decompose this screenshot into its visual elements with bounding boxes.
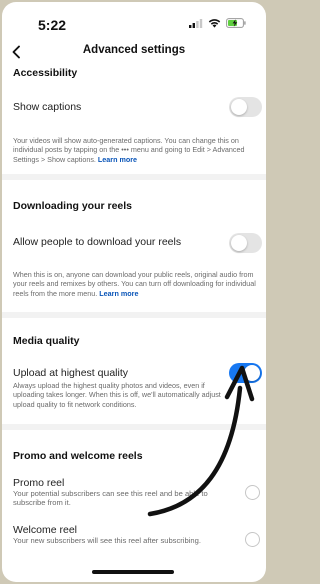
phone-screen: 5:22 Advanced settings Accessibility Sho… (2, 2, 266, 582)
section-divider (2, 424, 266, 430)
section-title-promo-welcome: Promo and welcome reels (13, 450, 143, 462)
welcome-reel-label: Welcome reel (13, 524, 77, 536)
status-icons (189, 18, 246, 28)
nav-bar: Advanced settings (2, 40, 266, 66)
status-bar: 5:22 (2, 2, 266, 40)
section-divider (2, 312, 266, 318)
section-title-downloading: Downloading your reels (13, 200, 133, 212)
allow-download-toggle[interactable] (229, 233, 262, 253)
battery-charging-icon (226, 18, 246, 28)
upload-highest-quality-label: Upload at highest quality (13, 367, 128, 379)
allow-download-description: When this is on, anyone can download you… (13, 270, 261, 298)
status-time: 5:22 (38, 17, 67, 33)
signal-icon (189, 18, 203, 28)
toggle-knob (244, 365, 260, 381)
home-indicator (92, 570, 174, 574)
section-divider (2, 174, 266, 180)
learn-more-link-download[interactable]: Learn more (99, 289, 138, 298)
welcome-reel-description: Your new subscribers will see this reel … (13, 536, 201, 545)
promo-reel-label: Promo reel (13, 477, 65, 489)
section-title-accessibility: Accessibility (13, 67, 78, 79)
toggle-knob (231, 235, 247, 251)
show-captions-toggle[interactable] (229, 97, 262, 117)
show-captions-label: Show captions (13, 101, 82, 113)
wifi-icon (208, 19, 221, 28)
show-captions-description: Your videos will show auto-generated cap… (13, 136, 261, 164)
upload-highest-quality-description: Always upload the highest quality photos… (13, 381, 221, 409)
toggle-knob (231, 99, 247, 115)
upload-highest-quality-toggle[interactable] (229, 363, 262, 383)
promo-reel-description: Your potential subscribers can see this … (13, 489, 208, 508)
page-title: Advanced settings (82, 44, 186, 56)
welcome-reel-radio[interactable] (245, 532, 260, 547)
learn-more-link-captions[interactable]: Learn more (98, 155, 137, 164)
section-title-media-quality: Media quality (13, 335, 80, 347)
allow-download-label: Allow people to download your reels (13, 236, 182, 248)
promo-reel-radio[interactable] (245, 485, 260, 500)
